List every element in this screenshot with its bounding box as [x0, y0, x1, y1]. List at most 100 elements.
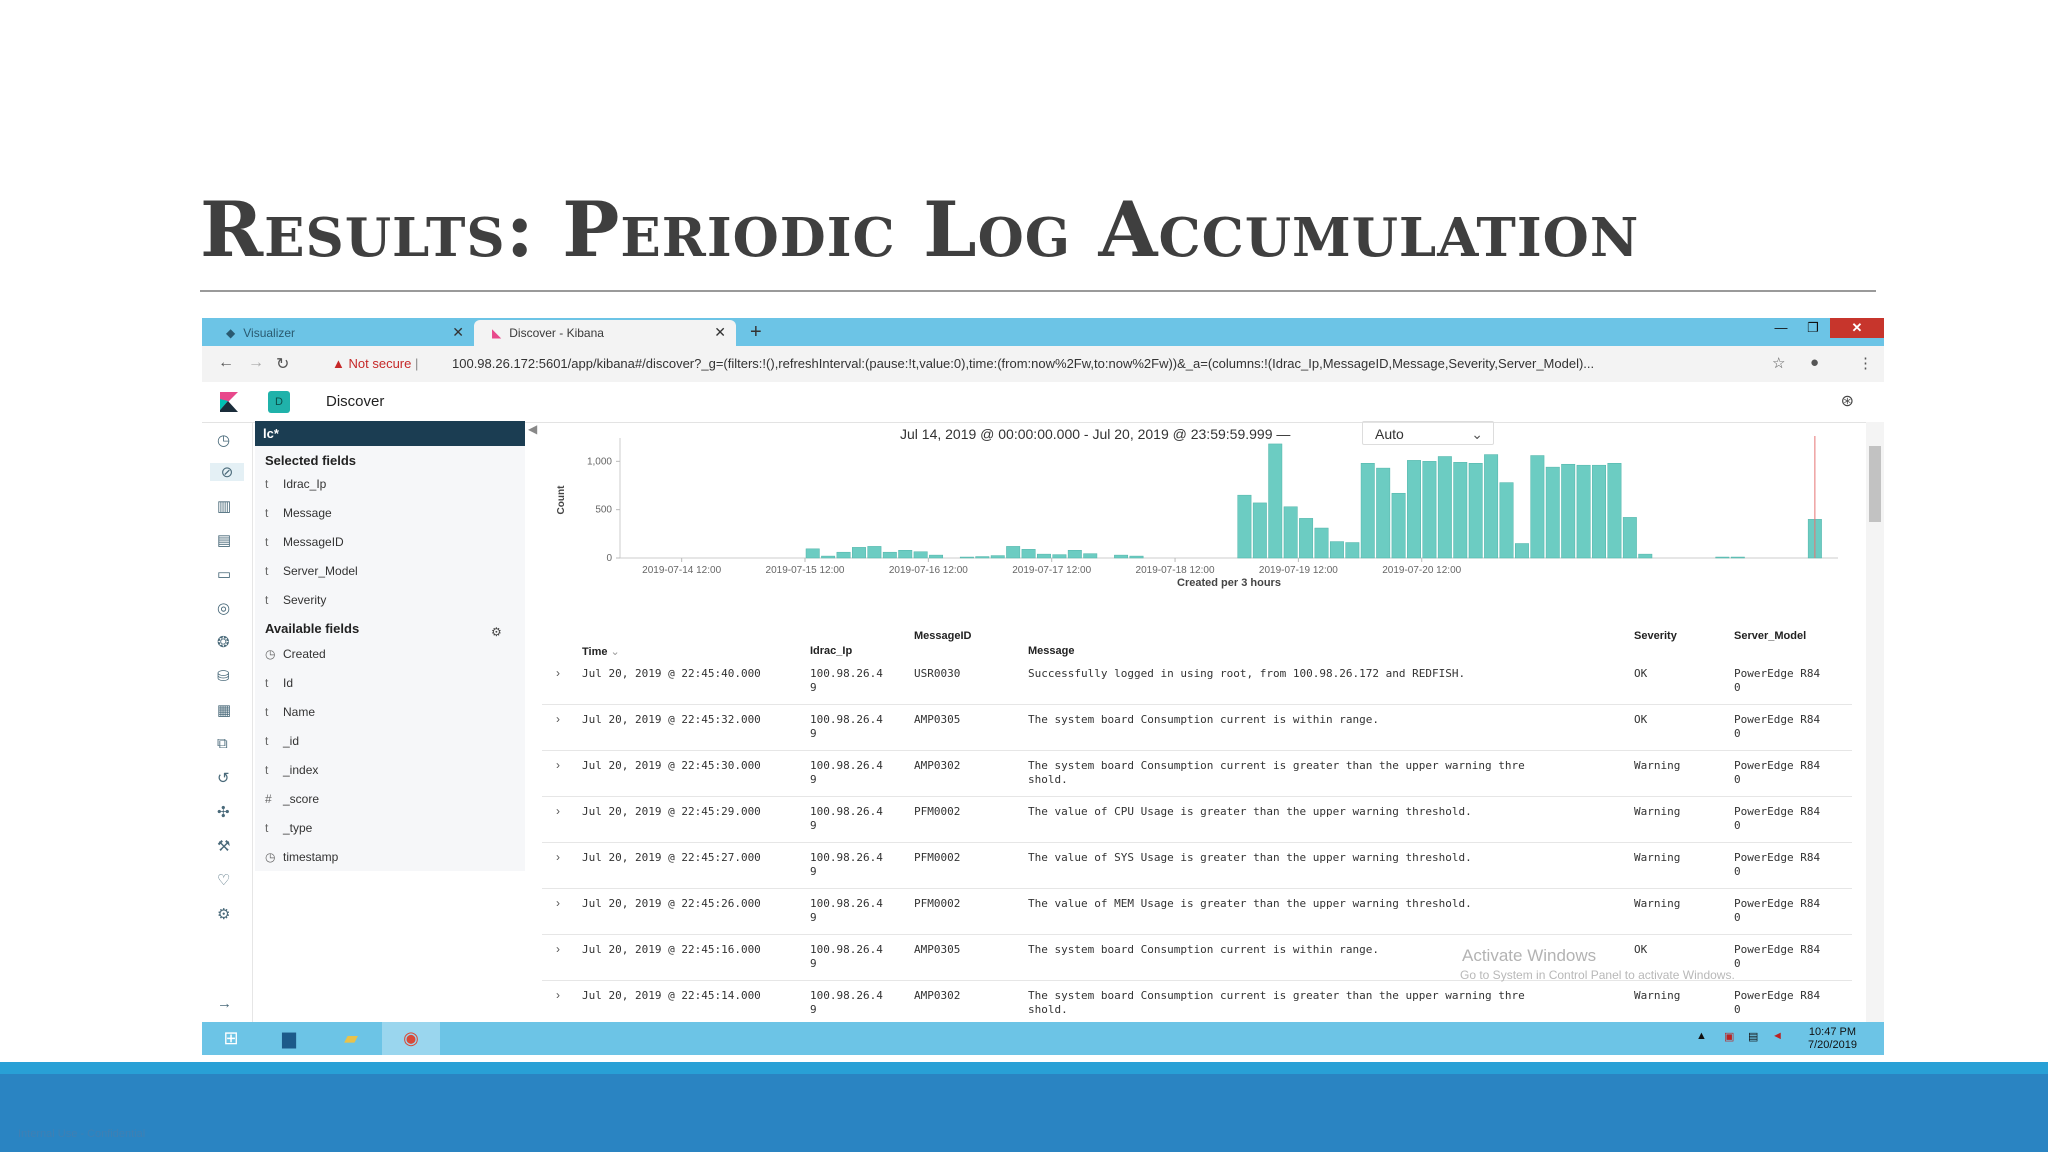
histogram-bar[interactable]	[867, 546, 882, 559]
histogram-bar[interactable]	[959, 556, 974, 559]
table-row[interactable]: › Jul 20, 2019 @ 22:45:40.000 100.98.26.4 …	[542, 658, 1852, 705]
table-row[interactable]: › Jul 20, 2019 @ 22:45:14.000 100.98.26.4 …	[542, 980, 1852, 1027]
expand-row-chevron-icon[interactable]: ›	[556, 712, 560, 726]
histogram-bar[interactable]	[1114, 554, 1129, 559]
histogram-bar[interactable]	[1514, 543, 1529, 559]
field-item-name[interactable]: t Name	[265, 705, 315, 719]
histogram-bar[interactable]	[1021, 549, 1036, 559]
histogram-bar[interactable]	[1283, 506, 1298, 559]
histogram-bar[interactable]	[1622, 517, 1637, 559]
histogram-chart[interactable]: 0 500 1,000 Count 2019-07-14 12:00 2019-07-15…	[202, 318, 1884, 618]
histogram-bar[interactable]	[1252, 502, 1267, 559]
expand-row-chevron-icon[interactable]: ›	[556, 988, 560, 1002]
histogram-bar[interactable]	[882, 551, 897, 559]
histogram-bar[interactable]	[1360, 463, 1375, 559]
expand-row-chevron-icon[interactable]: ›	[556, 942, 560, 956]
field-item-timestamp[interactable]: ◷ timestamp	[265, 850, 338, 864]
column-header-messageid[interactable]: MessageID	[914, 630, 971, 642]
server-manager-button[interactable]: ▆	[260, 1022, 318, 1055]
expand-row-chevron-icon[interactable]: ›	[556, 850, 560, 864]
histogram-bar[interactable]	[836, 551, 851, 559]
field-settings-gear-icon[interactable]: ⚙	[491, 625, 502, 639]
monitoring-icon[interactable]: ♡	[217, 871, 230, 889]
table-row[interactable]: › Jul 20, 2019 @ 22:45:26.000 100.98.26.4 …	[542, 888, 1852, 935]
histogram-bar[interactable]	[1715, 556, 1730, 559]
histogram-bar[interactable]	[1499, 482, 1514, 559]
column-header-server-model[interactable]: Server_Model	[1734, 630, 1806, 642]
histogram-bar[interactable]	[1314, 527, 1329, 559]
histogram-bar[interactable]	[1391, 492, 1406, 559]
histogram-bar[interactable]	[1037, 553, 1051, 559]
histogram-bar[interactable]	[1268, 443, 1283, 559]
histogram-bar[interactable]	[1638, 553, 1653, 559]
dev-tools-icon[interactable]: ⚒	[217, 837, 230, 855]
table-row[interactable]: › Jul 20, 2019 @ 22:45:30.000 100.98.26.4 …	[542, 750, 1852, 797]
field-item-created[interactable]: ◷ Created	[265, 647, 326, 661]
histogram-bar[interactable]	[852, 547, 866, 559]
table-row[interactable]: › Jul 20, 2019 @ 22:45:32.000 100.98.26.4 …	[542, 704, 1852, 751]
file-explorer-button[interactable]: ▰	[322, 1022, 380, 1055]
histogram-bar[interactable]	[1607, 463, 1622, 559]
ml-icon[interactable]: ❂	[217, 633, 230, 651]
column-header-idrac-ip[interactable]: Idrac_Ip	[810, 645, 852, 657]
histogram-bar[interactable]	[1345, 542, 1360, 559]
expand-row-chevron-icon[interactable]: ›	[556, 666, 560, 680]
network-icon[interactable]: ▤	[1748, 1030, 1758, 1043]
histogram-bar[interactable]	[1376, 467, 1391, 559]
histogram-bar[interactable]	[975, 556, 990, 559]
histogram-bar[interactable]	[1437, 456, 1452, 559]
histogram-bar[interactable]	[1299, 518, 1314, 559]
field-item-underscore-id[interactable]: t _id	[265, 734, 299, 748]
column-header-severity[interactable]: Severity	[1634, 630, 1677, 642]
uptime-icon[interactable]: ↺	[217, 769, 230, 787]
table-row[interactable]: › Jul 20, 2019 @ 22:45:29.000 100.98.26.4 …	[542, 796, 1852, 843]
histogram-bar[interactable]	[1484, 454, 1499, 559]
histogram-bar[interactable]	[1592, 464, 1606, 559]
field-item-score[interactable]: # _score	[265, 792, 319, 806]
field-item-index[interactable]: t _index	[265, 763, 318, 777]
histogram-bar[interactable]	[990, 555, 1005, 559]
expand-row-chevron-icon[interactable]: ›	[556, 896, 560, 910]
histogram-bar[interactable]	[1530, 455, 1545, 559]
histogram-bar[interactable]	[1545, 466, 1560, 559]
tray-expand-icon[interactable]: ▲	[1696, 1030, 1707, 1042]
histogram-bar[interactable]	[1730, 556, 1745, 559]
histogram-bar[interactable]	[1237, 494, 1252, 559]
infrastructure-icon[interactable]: ⛁	[217, 667, 230, 685]
histogram-bar[interactable]	[1561, 463, 1576, 559]
volume-muted-icon[interactable]: ◄	[1772, 1030, 1783, 1042]
graph-icon[interactable]: ✣	[217, 803, 230, 821]
scrollbar-thumb[interactable]	[1869, 446, 1881, 522]
histogram-bar[interactable]	[821, 555, 836, 559]
histogram-bar[interactable]	[1453, 462, 1468, 559]
histogram-bar[interactable]	[1329, 541, 1344, 559]
table-row[interactable]: › Jul 20, 2019 @ 22:45:27.000 100.98.26.4 …	[542, 842, 1852, 889]
histogram-bar[interactable]	[1422, 461, 1437, 559]
expand-row-chevron-icon[interactable]: ›	[556, 804, 560, 818]
apm-icon[interactable]: ⧉	[217, 735, 228, 752]
histogram-bar[interactable]	[805, 548, 820, 559]
histogram-bar[interactable]	[913, 551, 928, 559]
network-warning-icon[interactable]: ▣	[1724, 1030, 1734, 1043]
field-item-type[interactable]: t _type	[265, 821, 312, 835]
chrome-button[interactable]: ◉	[382, 1022, 440, 1055]
histogram-bar[interactable]	[1006, 546, 1021, 559]
histogram-bar[interactable]	[1468, 463, 1483, 559]
field-item-id[interactable]: t Id	[265, 676, 293, 690]
column-header-time[interactable]: Time ⌄	[582, 645, 620, 658]
histogram-bar[interactable]	[1129, 555, 1144, 559]
histogram-bar[interactable]	[1052, 554, 1067, 559]
expand-nav-icon[interactable]: →	[217, 995, 232, 1012]
histogram-bar[interactable]	[929, 554, 944, 559]
taskbar-clock[interactable]: 10:47 PM 7/20/2019	[1808, 1026, 1857, 1052]
histogram-bar[interactable]	[1083, 553, 1098, 559]
histogram-bar[interactable]	[1067, 550, 1082, 559]
histogram-bar[interactable]	[1407, 460, 1421, 559]
management-icon[interactable]: ⚙	[217, 905, 230, 923]
histogram-bar[interactable]	[1576, 464, 1591, 559]
start-button[interactable]: ⊞	[202, 1022, 260, 1055]
page-scrollbar[interactable]	[1866, 422, 1884, 1022]
expand-row-chevron-icon[interactable]: ›	[556, 758, 560, 772]
column-header-message[interactable]: Message	[1028, 645, 1074, 657]
logs-icon[interactable]: ▦	[217, 701, 231, 719]
